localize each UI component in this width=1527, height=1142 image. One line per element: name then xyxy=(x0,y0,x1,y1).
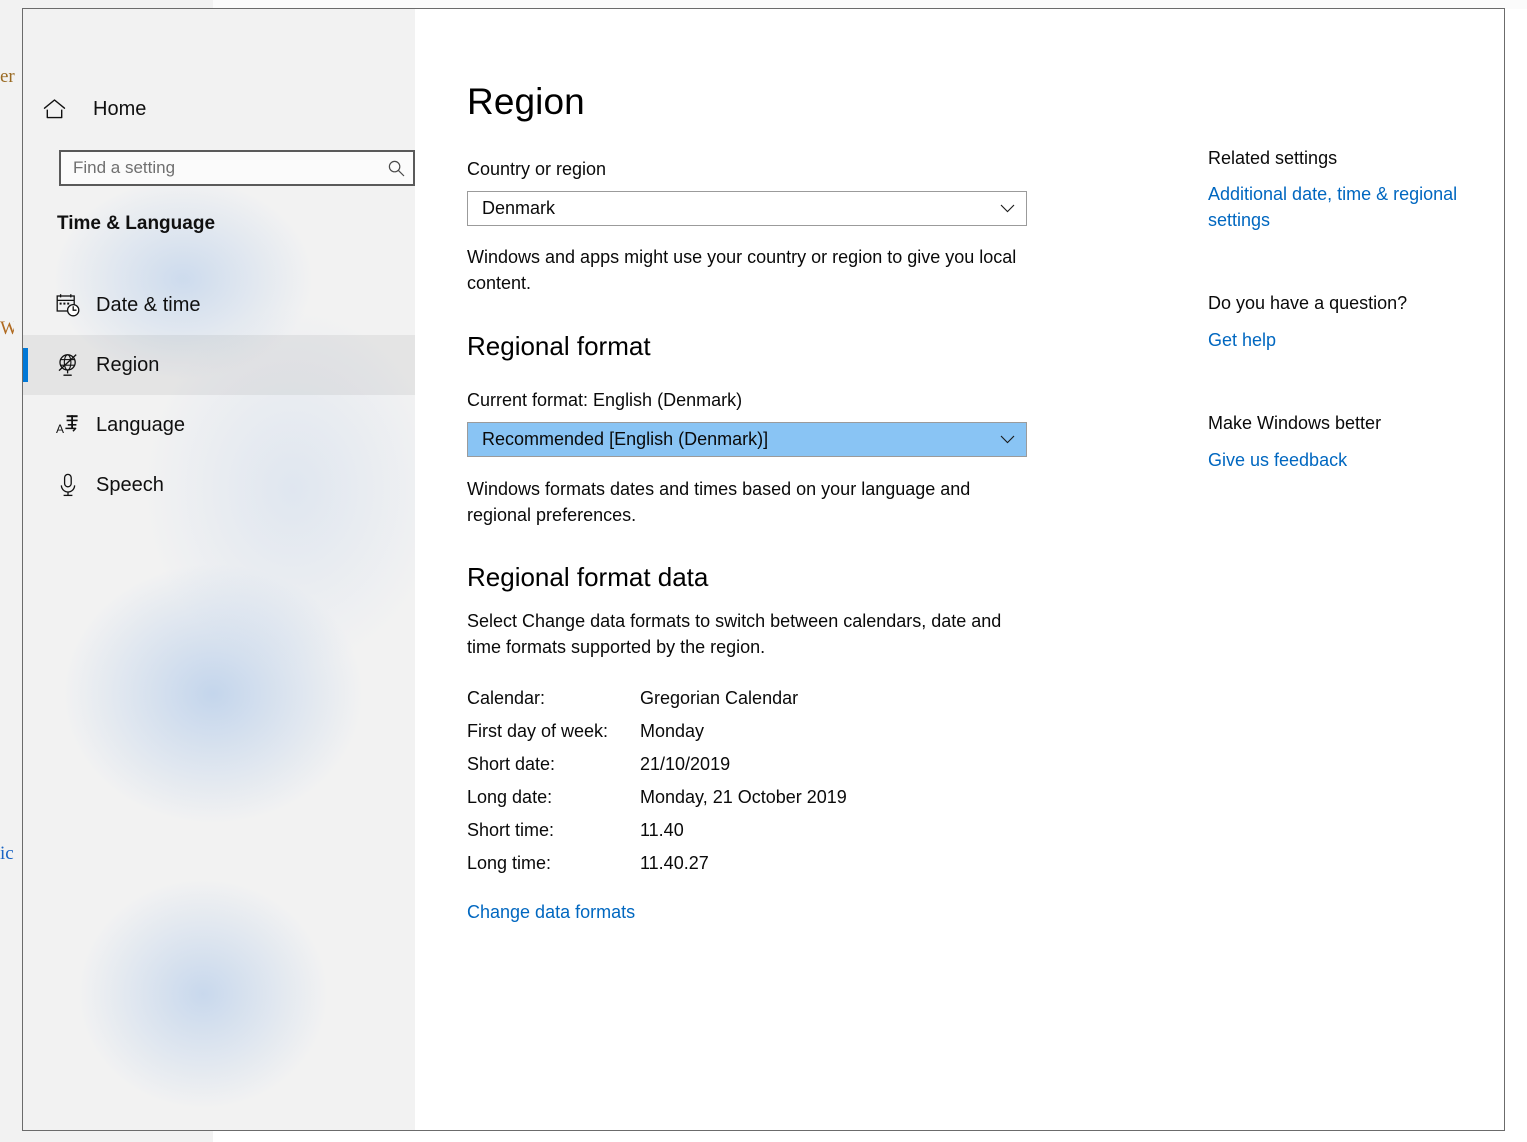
background-text-fragment-3: ic xyxy=(0,843,14,864)
row-key: Calendar: xyxy=(467,688,546,708)
search-input-wrapper[interactable] xyxy=(59,150,415,186)
search-icon[interactable] xyxy=(379,160,413,177)
sidebar-item-home[interactable]: Home xyxy=(37,86,146,132)
country-or-region-description: Windows and apps might use your country … xyxy=(467,247,1017,293)
change-data-formats-link[interactable]: Change data formats xyxy=(467,900,635,926)
page-title: Region xyxy=(467,81,585,122)
sidebar-item-date-time-label: Date & time xyxy=(96,293,201,316)
sidebar-item-region-label: Region xyxy=(96,353,160,376)
svg-text:A: A xyxy=(56,422,64,436)
give-us-feedback-link[interactable]: Give us feedback xyxy=(1208,448,1347,474)
row-value: 11.40.27 xyxy=(640,853,709,873)
regional-format-description: Windows formats dates and times based on… xyxy=(467,479,971,525)
row-value: Monday, 21 October 2019 xyxy=(640,787,847,807)
row-value: Gregorian Calendar xyxy=(640,688,799,708)
table-row: Long time: 11.40.27 xyxy=(467,853,1027,886)
regional-format-heading: Regional format xyxy=(467,331,651,361)
related-settings-heading: Related settings xyxy=(1208,148,1338,168)
country-or-region-label: Country or region xyxy=(467,159,607,179)
table-row: Short time: 11.40 xyxy=(467,820,1027,853)
current-format-label: Current format: English (Denmark) xyxy=(467,390,743,410)
home-icon xyxy=(43,98,81,120)
table-row: Short date: 21/10/2019 xyxy=(467,754,1027,787)
row-key: Short time: xyxy=(467,820,555,840)
sidebar: Home Time & Language xyxy=(23,9,415,1130)
table-row: Calendar: Gregorian Calendar xyxy=(467,688,1027,721)
calendar-clock-icon xyxy=(51,293,85,317)
search-input[interactable] xyxy=(61,158,379,178)
additional-date-time-regional-settings-link[interactable]: Additional date, time & regional setting… xyxy=(1208,182,1488,233)
row-key: Long date: xyxy=(467,787,553,807)
regional-format-dropdown[interactable]: Recommended [English (Denmark)] xyxy=(467,422,1027,457)
row-value: 11.40 xyxy=(640,820,684,840)
sidebar-item-speech-label: Speech xyxy=(96,473,164,496)
country-or-region-dropdown[interactable]: Denmark xyxy=(467,191,1027,226)
regional-format-value: Recommended [English (Denmark)] xyxy=(482,429,769,449)
sidebar-acrylic-glow-2 xyxy=(63,564,363,824)
sidebar-item-language-label: Language xyxy=(96,413,185,436)
sidebar-acrylic-glow-3 xyxy=(78,879,328,1109)
get-help-link[interactable]: Get help xyxy=(1208,328,1276,354)
table-row: Long date: Monday, 21 October 2019 xyxy=(467,787,1027,820)
sidebar-nav-list: Date & time Region A Language Speech xyxy=(23,275,415,515)
sidebar-category-title: Time & Language xyxy=(57,213,216,234)
sidebar-item-date-time[interactable]: Date & time xyxy=(23,275,415,335)
main-content: Region Country or region Denmark Windows… xyxy=(415,9,1504,1130)
question-heading: Do you have a question? xyxy=(1208,293,1408,313)
make-windows-better-heading: Make Windows better xyxy=(1208,413,1382,433)
row-value: Monday xyxy=(640,721,705,741)
chevron-down-icon xyxy=(988,204,1026,213)
table-row: First day of week: Monday xyxy=(467,721,1027,754)
regional-format-data-heading: Regional format data xyxy=(467,562,709,592)
settings-window: Settings xyxy=(22,8,1505,1131)
regional-format-data-table: Calendar: Gregorian Calendar First day o… xyxy=(467,688,1027,886)
row-key: Long time: xyxy=(467,853,552,873)
sidebar-item-speech[interactable]: Speech xyxy=(23,455,415,515)
row-key: First day of week: xyxy=(467,721,609,741)
sidebar-item-region[interactable]: Region xyxy=(23,335,415,395)
microphone-icon xyxy=(51,473,85,497)
background-text-fragment-1: er xyxy=(0,66,15,87)
regional-format-data-description: Select Change data formats to switch bet… xyxy=(467,611,1002,657)
globe-icon xyxy=(51,353,85,377)
screen: er W ic Settings xyxy=(0,0,1527,1142)
row-value: 21/10/2019 xyxy=(640,754,731,774)
country-or-region-value: Denmark xyxy=(482,198,556,218)
row-key: Short date: xyxy=(467,754,556,774)
sidebar-item-language[interactable]: A Language xyxy=(23,395,415,455)
background-text-fragment-2: W xyxy=(0,318,14,339)
chevron-down-icon xyxy=(988,435,1026,444)
sidebar-item-home-label: Home xyxy=(93,97,147,120)
language-characters-icon: A xyxy=(51,413,85,437)
selection-indicator xyxy=(23,348,28,382)
